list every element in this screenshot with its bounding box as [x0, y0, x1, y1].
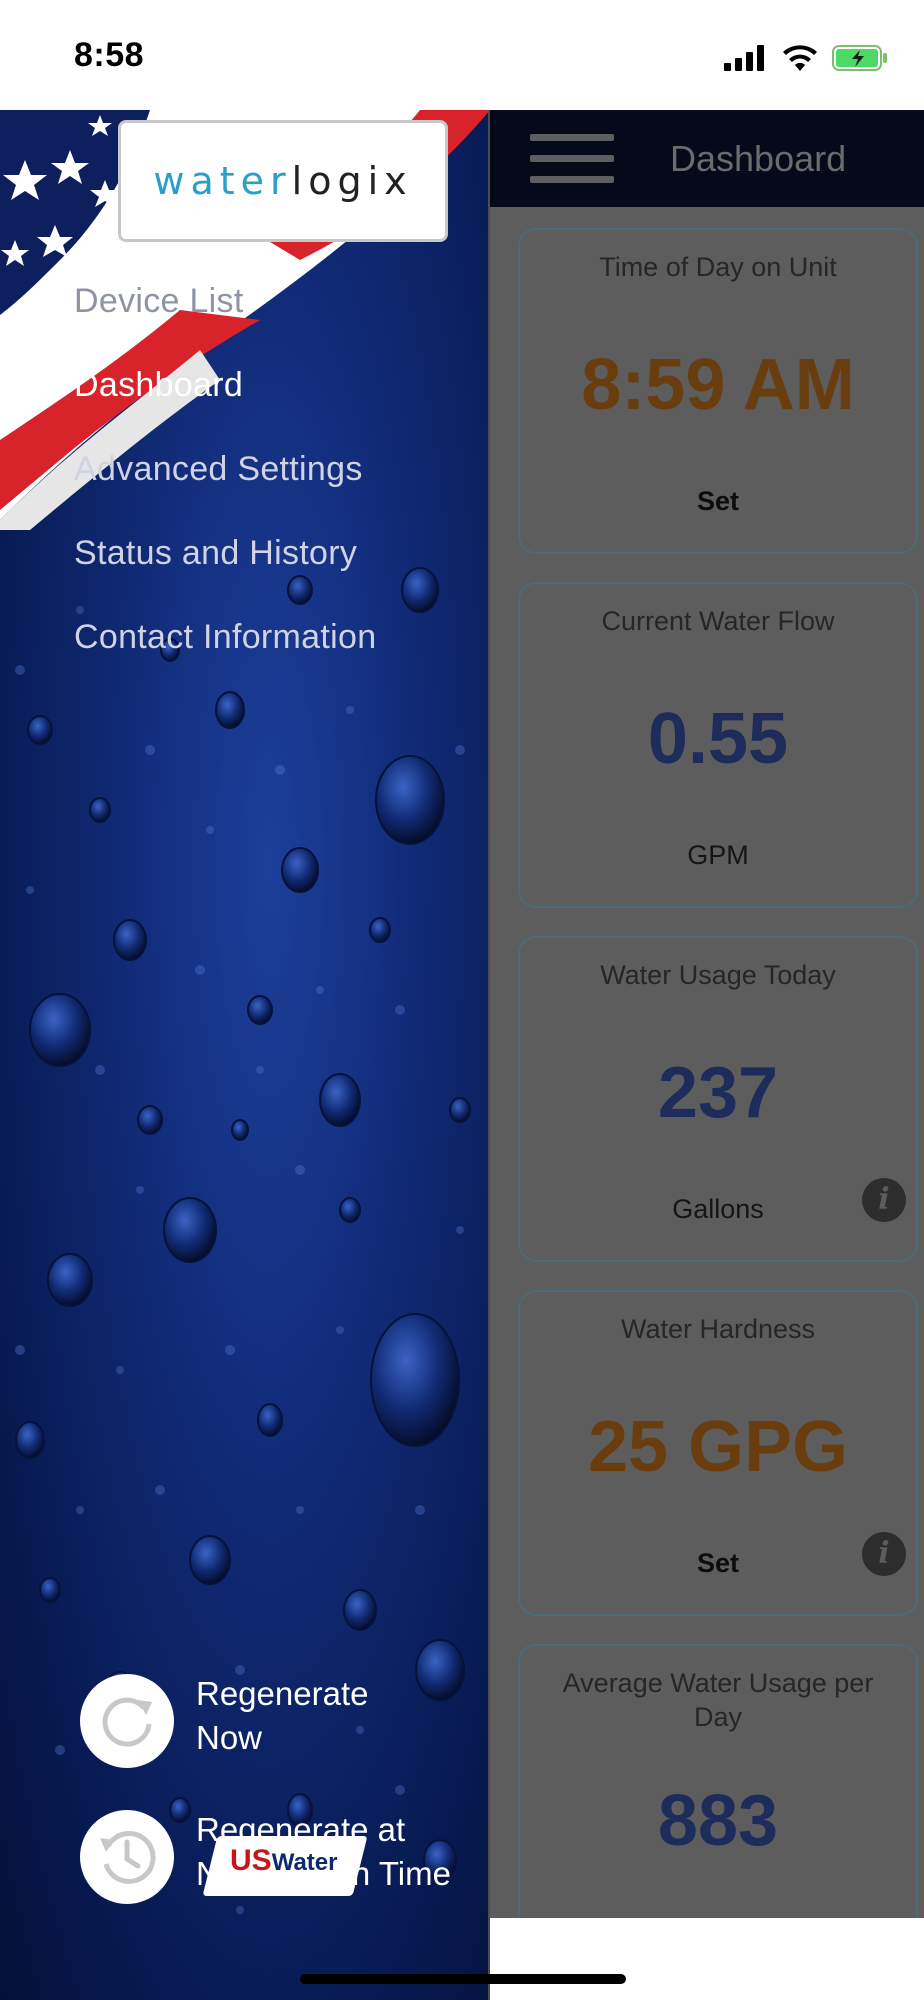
card-label: Time of Day on Unit: [599, 252, 837, 282]
card-average-water-usage: Average Water Usage per Day 883: [518, 1644, 918, 1920]
info-icon[interactable]: i: [862, 1178, 906, 1222]
card-label: Average Water Usage per Day: [562, 1668, 874, 1732]
menu-item-dashboard[interactable]: Dashboard: [74, 366, 243, 405]
us-water-logo-us: US: [230, 1844, 272, 1877]
hamburger-menu-icon[interactable]: [530, 134, 614, 184]
card-unit: GPM: [687, 840, 749, 870]
bottom-bar: [490, 1918, 924, 2000]
refresh-icon: [80, 1674, 174, 1768]
waterlogix-logo: waterlogix: [118, 120, 448, 242]
menu-item-advanced-settings[interactable]: Advanced Settings: [74, 450, 363, 489]
logo-text-logix: logix: [291, 159, 413, 203]
wifi-icon: [783, 45, 817, 71]
card-value: 883: [657, 1781, 779, 1861]
menu-divider: [488, 110, 490, 2000]
regenerate-now-label-line1: Regenerate: [196, 1675, 369, 1712]
home-indicator[interactable]: [300, 1974, 626, 1984]
signal-icon: [724, 45, 764, 71]
menu-item-status-and-history[interactable]: Status and History: [74, 534, 357, 573]
us-water-logo-water: Water: [271, 1849, 338, 1876]
regenerate-now-button[interactable]: Regenerate Now: [80, 1674, 368, 1768]
status-icons: [724, 40, 888, 76]
card-label: Water Hardness: [620, 1314, 816, 1344]
card-time-of-day: Time of Day on Unit 8:59 AM Set: [518, 228, 918, 554]
card-current-water-flow: Current Water Flow 0.55 GPM: [518, 582, 918, 908]
card-value: 8:59 AM: [581, 345, 855, 425]
battery-icon: [832, 45, 887, 71]
us-water-logo-text: USWater: [230, 1844, 337, 1878]
dashboard-header: Dashboard: [490, 110, 924, 207]
card-value: 237: [657, 1053, 779, 1133]
card-water-hardness: Water Hardness 25 GPG Set i: [518, 1290, 918, 1616]
status-time: 8:58: [74, 36, 145, 74]
regenerate-now-label-line2: Now: [196, 1719, 263, 1756]
logo-text-water: water: [153, 159, 292, 203]
set-time-button[interactable]: Set: [520, 486, 916, 517]
status-bar: 8:58: [0, 0, 924, 110]
card-unit: Gallons: [672, 1194, 764, 1224]
set-hardness-button[interactable]: Set: [520, 1548, 916, 1579]
dashboard-screen: Dashboard Time of Day on Unit 8:59 AM Se…: [490, 110, 924, 1920]
menu-item-device-list[interactable]: Device List: [74, 282, 244, 321]
menu-item-contact-information[interactable]: Contact Information: [74, 618, 376, 657]
card-value: 25 GPG: [587, 1407, 849, 1487]
page-title: Dashboard: [670, 138, 847, 179]
card-label: Current Water Flow: [601, 606, 835, 636]
card-water-usage-today: Water Usage Today 237 Gallons i: [518, 936, 918, 1262]
info-icon[interactable]: i: [862, 1532, 906, 1576]
clock-history-icon: [80, 1810, 174, 1904]
card-value: 0.55: [647, 699, 789, 779]
card-label: Water Usage Today: [600, 960, 836, 990]
side-menu: waterlogix Device List Dashboard Advance…: [0, 110, 490, 2000]
